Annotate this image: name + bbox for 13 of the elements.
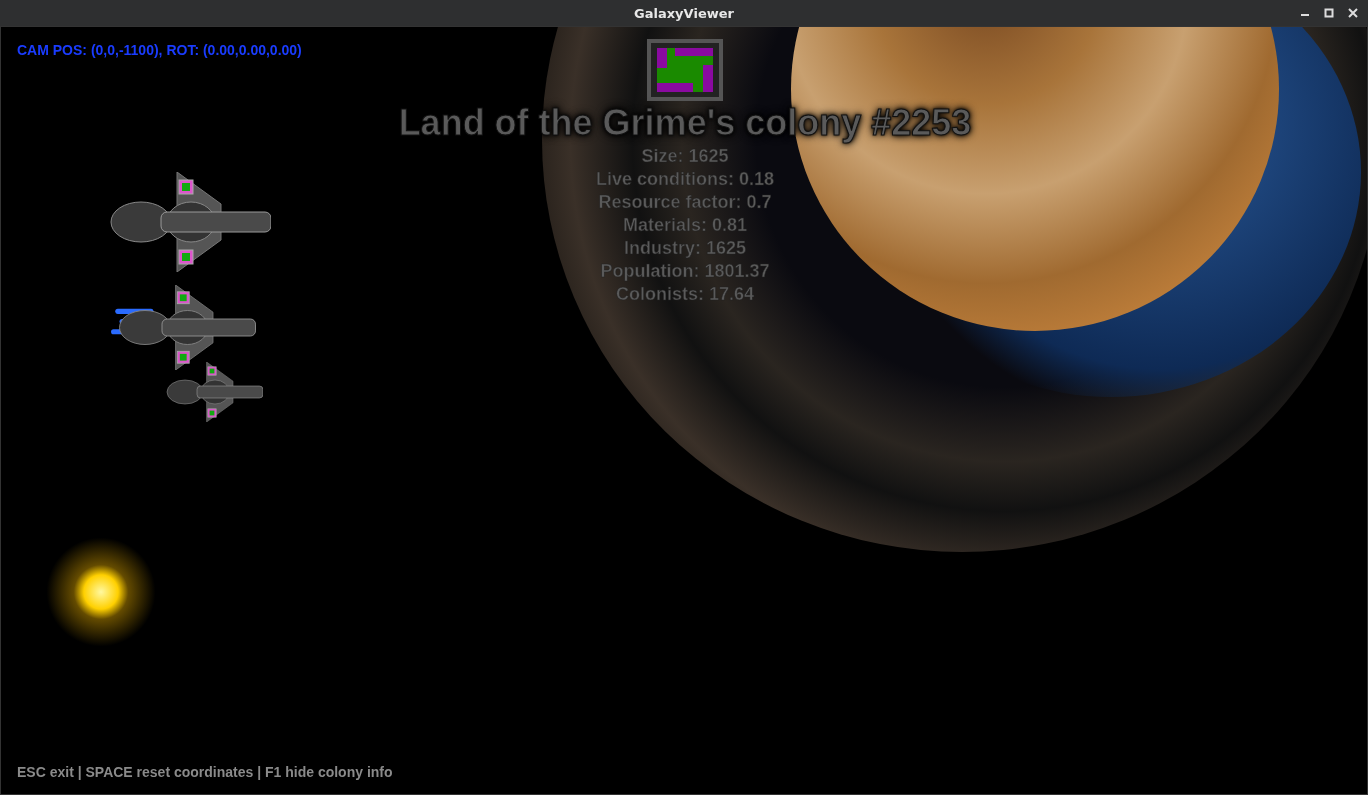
camera-info: CAM POS: (0,0,-1100), ROT: (0.00,0.00,0.00) bbox=[17, 42, 302, 58]
window-title: GalaxyViewer bbox=[634, 5, 734, 21]
colony-stat: Population: 1801.37 bbox=[600, 260, 770, 283]
colony-stat: Live conditions: 0.18 bbox=[595, 168, 774, 191]
key-help-text: ESC exit | SPACE reset coordinates | F1 hide colony info bbox=[17, 764, 393, 780]
colony-stat: Resource factor: 0.7 bbox=[598, 191, 772, 214]
colony-stat: Colonists: 17.64 bbox=[615, 283, 754, 306]
colony-stat: Industry: 1625 bbox=[623, 237, 746, 260]
close-icon[interactable] bbox=[1348, 8, 1358, 18]
maximize-icon[interactable] bbox=[1324, 8, 1334, 18]
colony-stat: Materials: 0.81 bbox=[622, 214, 748, 237]
colony-stat: Size: 1625 bbox=[641, 145, 729, 168]
colony-flag-icon bbox=[647, 39, 723, 101]
